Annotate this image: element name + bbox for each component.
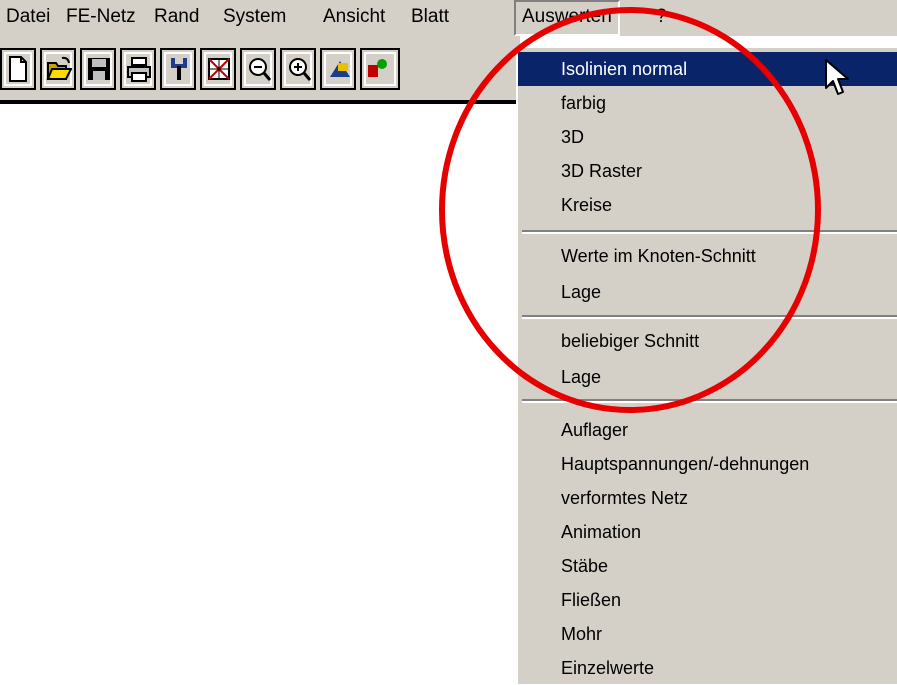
menu-blatt[interactable]: Blatt: [411, 0, 449, 36]
menu-bar: Datei FE-Netz Rand System Ansicht Blatt …: [0, 0, 897, 36]
menu-item-animation[interactable]: Animation: [518, 515, 897, 549]
zoom-out-button[interactable]: [240, 48, 276, 90]
new-document-icon: [9, 56, 27, 82]
menu-item-lage[interactable]: Lage: [518, 275, 897, 309]
mouse-pointer-icon: [825, 59, 849, 95]
menu-datei[interactable]: Datei: [6, 0, 50, 36]
menu-item-fliessen[interactable]: Fließen: [518, 583, 897, 617]
menu-item-einzelwerte[interactable]: Einzelwerte: [518, 651, 897, 685]
color-shapes-button[interactable]: [360, 48, 400, 90]
save-disk-icon: [88, 58, 110, 80]
menu-help[interactable]: ?: [656, 0, 667, 36]
zoom-in-icon: [289, 58, 312, 81]
tools-button[interactable]: [160, 48, 196, 90]
menu-item-werte-im-knoten-schnitt[interactable]: Werte im Knoten-Schnitt: [518, 239, 897, 273]
menu-auswerten[interactable]: Auswerten: [514, 0, 620, 36]
menu-separator: [522, 230, 897, 234]
menu-ansicht[interactable]: Ansicht: [323, 0, 385, 36]
print-icon: [127, 57, 151, 82]
shape-button[interactable]: [320, 48, 356, 90]
zoom-out-icon: [249, 58, 272, 81]
print-button[interactable]: [120, 48, 156, 90]
tools-icon: [171, 58, 187, 80]
menu-item-3d[interactable]: 3D: [518, 120, 897, 154]
color-shapes-icon: [368, 59, 387, 77]
menu-fe-netz[interactable]: FE-Netz: [66, 0, 136, 36]
delete-grid-icon: [208, 58, 230, 80]
menu-item-verformtes-netz[interactable]: verformtes Netz: [518, 481, 897, 515]
menu-separator: [522, 315, 897, 319]
menu-item-beliebiger-schnitt[interactable]: beliebiger Schnitt: [518, 324, 897, 358]
new-document-button[interactable]: [0, 48, 36, 90]
menu-item-3d-raster[interactable]: 3D Raster: [518, 154, 897, 188]
menu-separator: [522, 399, 897, 403]
toolbar-divider: [0, 100, 520, 104]
auswerten-dropdown-menu: Isolinien normal farbig 3D 3D Raster Kre…: [516, 48, 897, 684]
zoom-in-button[interactable]: [280, 48, 316, 90]
menu-item-auflager[interactable]: Auflager: [518, 413, 897, 447]
menu-system[interactable]: System: [223, 0, 286, 36]
open-file-button[interactable]: [40, 48, 76, 90]
menu-rand[interactable]: Rand: [154, 0, 199, 36]
menu-item-hauptspannungen[interactable]: Hauptspannungen/-dehnungen: [518, 447, 897, 481]
open-folder-icon: [46, 56, 72, 80]
shape-icon: [330, 61, 350, 77]
save-button[interactable]: [80, 48, 116, 90]
menu-item-lage-2[interactable]: Lage: [518, 360, 897, 394]
menu-item-kreise[interactable]: Kreise: [518, 188, 897, 222]
delete-grid-button[interactable]: [200, 48, 236, 90]
menu-item-staebe[interactable]: Stäbe: [518, 549, 897, 583]
menu-item-mohr[interactable]: Mohr: [518, 617, 897, 651]
